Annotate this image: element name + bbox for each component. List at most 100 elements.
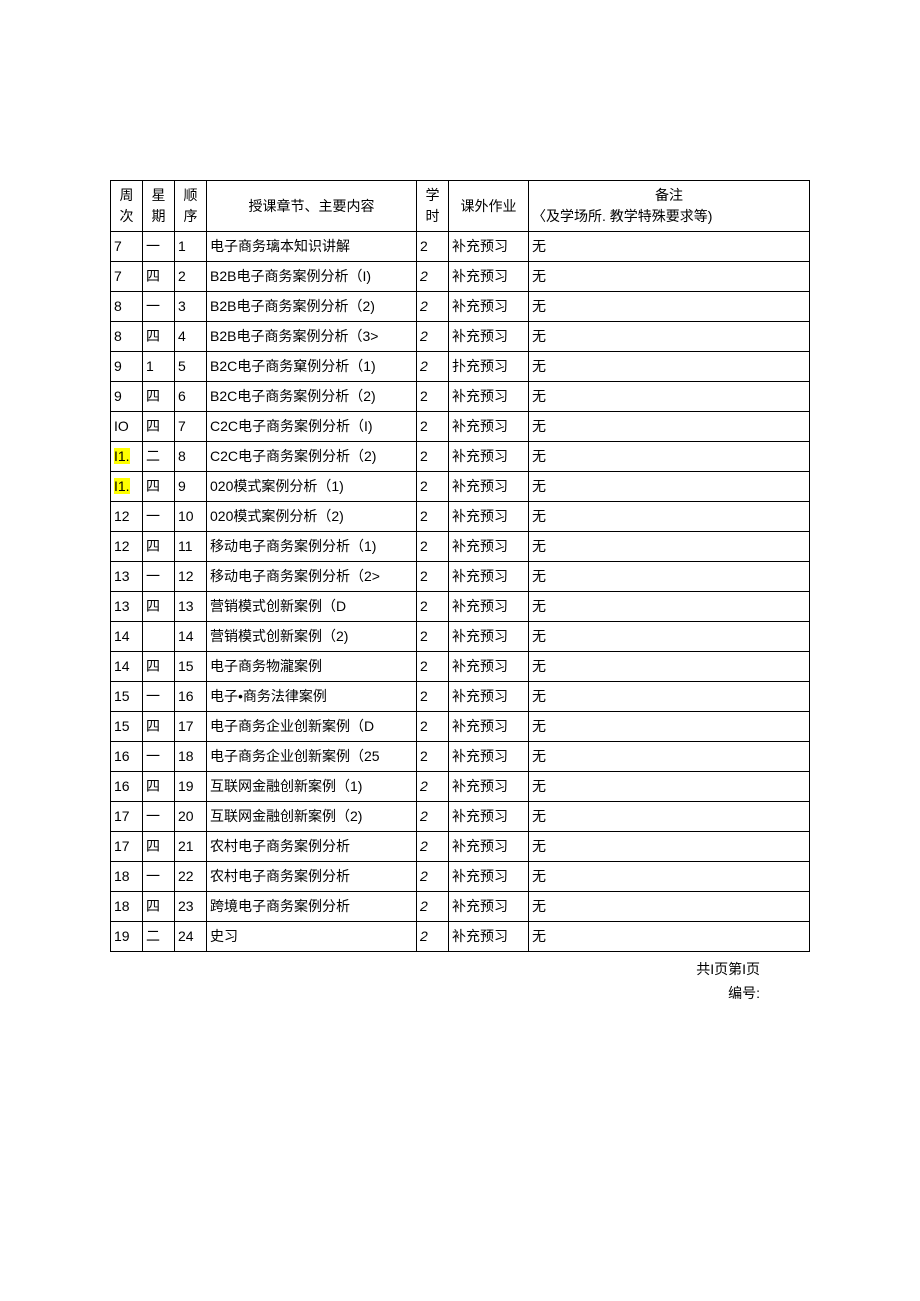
cell-content: B2B电子商务案例分析（I)	[207, 262, 417, 292]
cell-hours: 2	[417, 832, 449, 862]
cell-day: 1	[143, 352, 175, 382]
cell-hours: 2	[417, 862, 449, 892]
cell-homework: 补充预习	[449, 412, 529, 442]
cell-order: 2	[175, 262, 207, 292]
cell-note: 无	[529, 562, 810, 592]
cell-homework: 补充预习	[449, 382, 529, 412]
cell-week: 18	[111, 892, 143, 922]
cell-homework: 补充预习	[449, 832, 529, 862]
cell-order: 23	[175, 892, 207, 922]
cell-content: 史习	[207, 922, 417, 952]
cell-homework: 补充预习	[449, 682, 529, 712]
cell-order: 17	[175, 712, 207, 742]
cell-day: 二	[143, 442, 175, 472]
cell-hours: 2	[417, 772, 449, 802]
header-note-line1: 备注	[532, 185, 806, 206]
cell-week: 7	[111, 262, 143, 292]
cell-order: 14	[175, 622, 207, 652]
cell-homework: 补充预习	[449, 922, 529, 952]
cell-content: 电子•商务法律案例	[207, 682, 417, 712]
header-hours: 学时	[417, 181, 449, 232]
header-order: 顺序	[175, 181, 207, 232]
cell-content: 电子商务企业创新案例（25	[207, 742, 417, 772]
table-row: 9四6B2C电子商务案例分析（2)2补充预习无	[111, 382, 810, 412]
table-row: 17四21农村电子商务案例分析2补充预习无	[111, 832, 810, 862]
cell-content: C2C电子商务案例分析（2)	[207, 442, 417, 472]
table-row: I1.四9020模式案例分析（1)2补充预习无	[111, 472, 810, 502]
cell-hours: 2	[417, 802, 449, 832]
table-row: 14四15电子商务物瀧案例2补充预习无	[111, 652, 810, 682]
cell-hours: 2	[417, 292, 449, 322]
cell-note: 无	[529, 862, 810, 892]
cell-homework: 补充预习	[449, 292, 529, 322]
cell-note: 无	[529, 922, 810, 952]
cell-hours: 2	[417, 442, 449, 472]
cell-day: 一	[143, 802, 175, 832]
cell-note: 无	[529, 382, 810, 412]
cell-note: 无	[529, 322, 810, 352]
table-row: 915B2C电子商务窠例分析（1)2扑充预习无	[111, 352, 810, 382]
table-row: 16四19互联网金融创新案例（1)2补充预习无	[111, 772, 810, 802]
header-note-line2: 〈及学场所. 教学特殊要求等)	[532, 206, 806, 227]
cell-week: 17	[111, 832, 143, 862]
cell-order: 19	[175, 772, 207, 802]
table-header: 周次 星期 顺序 授课章节、主要内容 学时 课外作业 备注 〈及学场所. 教学特…	[111, 181, 810, 232]
serial-label: 编号:	[110, 982, 760, 1006]
cell-content: 互联网金融创新案例（2)	[207, 802, 417, 832]
cell-day	[143, 622, 175, 652]
cell-order: 18	[175, 742, 207, 772]
cell-note: 无	[529, 232, 810, 262]
cell-note: 无	[529, 532, 810, 562]
cell-order: 11	[175, 532, 207, 562]
page-info: 共I页第I页	[110, 958, 760, 982]
cell-content: B2C电子商务窠例分析（1)	[207, 352, 417, 382]
cell-order: 24	[175, 922, 207, 952]
cell-hours: 2	[417, 622, 449, 652]
cell-hours: 2	[417, 502, 449, 532]
cell-day: 四	[143, 772, 175, 802]
cell-order: 5	[175, 352, 207, 382]
cell-note: 无	[529, 292, 810, 322]
cell-note: 无	[529, 502, 810, 532]
cell-order: 3	[175, 292, 207, 322]
cell-order: 8	[175, 442, 207, 472]
cell-hours: 2	[417, 922, 449, 952]
table-row: 15四17电子商务企业创新案例（D2补充预习无	[111, 712, 810, 742]
cell-week: 17	[111, 802, 143, 832]
cell-week: 15	[111, 712, 143, 742]
cell-week: 14	[111, 622, 143, 652]
table-row: 15一16电子•商务法律案例2补充预习无	[111, 682, 810, 712]
cell-day: 四	[143, 832, 175, 862]
cell-note: 无	[529, 772, 810, 802]
cell-homework: 补充预习	[449, 532, 529, 562]
cell-homework: 扑充预习	[449, 352, 529, 382]
cell-note: 无	[529, 742, 810, 772]
cell-order: 12	[175, 562, 207, 592]
cell-day: 一	[143, 232, 175, 262]
cell-content: 互联网金融创新案例（1)	[207, 772, 417, 802]
cell-week: 19	[111, 922, 143, 952]
cell-day: 一	[143, 862, 175, 892]
schedule-table: 周次 星期 顺序 授课章节、主要内容 学时 课外作业 备注 〈及学场所. 教学特…	[110, 180, 810, 952]
cell-week: 13	[111, 592, 143, 622]
cell-note: 无	[529, 712, 810, 742]
table-row: 7四2B2B电子商务案例分析（I)2补充预习无	[111, 262, 810, 292]
cell-order: 10	[175, 502, 207, 532]
header-homework: 课外作业	[449, 181, 529, 232]
cell-hours: 2	[417, 232, 449, 262]
cell-day: 一	[143, 682, 175, 712]
cell-homework: 补充预习	[449, 232, 529, 262]
table-row: 12一10020模式案例分析（2)2补充预习无	[111, 502, 810, 532]
cell-content: 营销模式创新案例（2)	[207, 622, 417, 652]
cell-content: 电子商务物瀧案例	[207, 652, 417, 682]
cell-homework: 补充预习	[449, 652, 529, 682]
cell-homework: 补充预习	[449, 472, 529, 502]
cell-note: 无	[529, 682, 810, 712]
cell-homework: 补充预习	[449, 502, 529, 532]
header-note: 备注 〈及学场所. 教学特殊要求等)	[529, 181, 810, 232]
footer: 共I页第I页 编号:	[110, 958, 810, 1006]
cell-week: 13	[111, 562, 143, 592]
cell-week: 15	[111, 682, 143, 712]
cell-hours: 2	[417, 712, 449, 742]
cell-order: 22	[175, 862, 207, 892]
